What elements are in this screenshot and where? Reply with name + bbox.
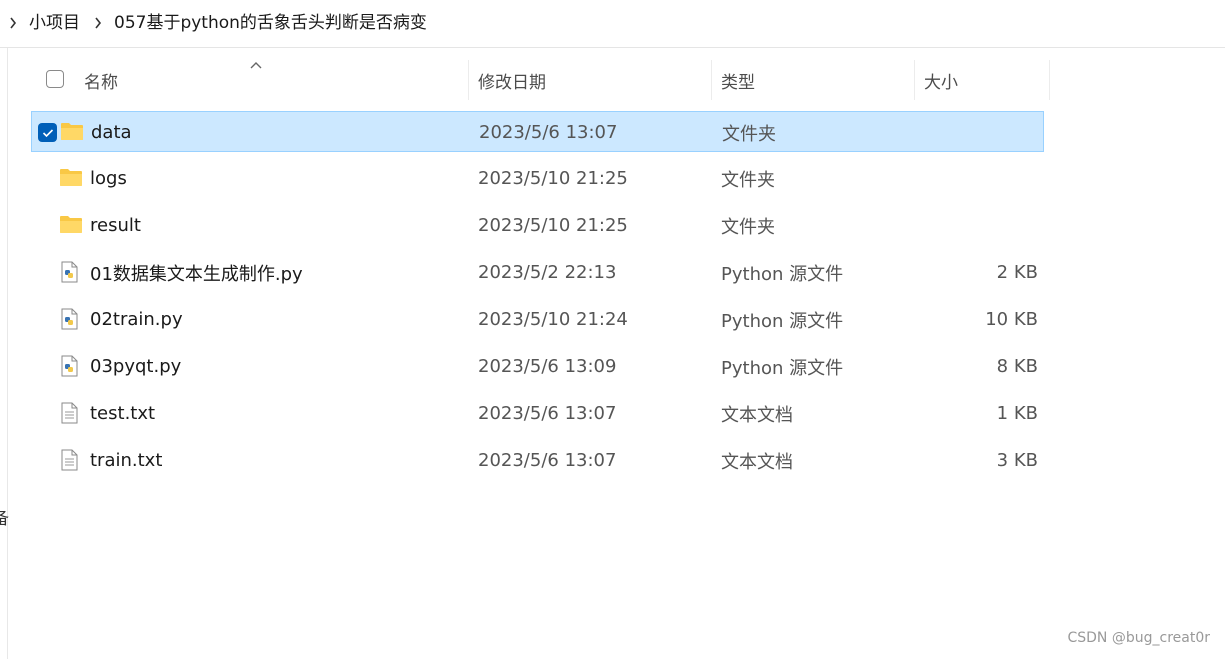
column-header-name[interactable]: 名称 (84, 58, 118, 102)
file-name: 02train.py (90, 309, 183, 330)
file-name: result (90, 215, 141, 236)
column-header-type[interactable]: 类型 (721, 58, 755, 102)
chevron-right-icon[interactable] (8, 14, 18, 32)
file-type: Python 源文件 (721, 357, 844, 379)
python-file-icon (59, 308, 83, 330)
file-type: 文件夹 (722, 123, 776, 145)
file-row[interactable]: data 2023/5/6 13:07 文件夹 (31, 111, 1044, 152)
python-file-icon (59, 261, 83, 283)
folder-icon (60, 121, 84, 143)
file-date: 2023/5/10 21:24 (478, 309, 628, 330)
select-all-checkbox[interactable] (46, 70, 64, 88)
file-row[interactable]: result 2023/5/10 21:25 文件夹 (31, 205, 1044, 246)
file-name: 03pyqt.py (90, 356, 182, 377)
file-type: 文件夹 (721, 169, 775, 191)
file-date: 2023/5/10 21:25 (478, 215, 628, 236)
file-row[interactable]: 02train.py 2023/5/10 21:24 Python 源文件 10 KB (31, 299, 1044, 340)
file-name: train.txt (90, 450, 163, 471)
file-type: 文本文档 (721, 404, 793, 426)
file-type: 文件夹 (721, 216, 775, 238)
file-type: Python 源文件 (721, 263, 844, 285)
file-row[interactable]: 01数据集文本生成制作.py 2023/5/2 22:13 Python 源文件 2 … (31, 252, 1044, 293)
nav-pane-label-fragment: 备 (0, 509, 9, 529)
breadcrumb-item[interactable]: 小项目 (29, 11, 80, 35)
column-divider[interactable] (914, 60, 915, 100)
file-date: 2023/5/6 13:07 (479, 122, 618, 143)
file-date: 2023/5/6 13:09 (478, 356, 617, 377)
folder-icon (59, 167, 83, 189)
breadcrumb: 小项目 057基于python的舌象舌头判断是否病变 (0, 0, 1225, 48)
file-name: test.txt (90, 403, 156, 424)
file-size: 10 KB (985, 309, 1038, 330)
file-name: 01数据集文本生成制作.py (90, 263, 303, 285)
column-divider[interactable] (1049, 60, 1050, 100)
row-checkbox-checked[interactable] (38, 123, 57, 142)
column-divider[interactable] (711, 60, 712, 100)
file-date: 2023/5/6 13:07 (478, 450, 617, 471)
column-header-row: 名称 修改日期 类型 大小 (30, 58, 1050, 102)
file-date: 2023/5/6 13:07 (478, 403, 617, 424)
file-size: 3 KB (996, 450, 1038, 471)
file-row[interactable]: train.txt 2023/5/6 13:07 文本文档 3 KB (31, 440, 1044, 481)
file-date: 2023/5/2 22:13 (478, 262, 617, 283)
column-header-size[interactable]: 大小 (924, 58, 958, 102)
text-file-icon (59, 402, 83, 424)
file-size: 8 KB (996, 356, 1038, 377)
python-file-icon (59, 355, 83, 377)
file-row[interactable]: test.txt 2023/5/6 13:07 文本文档 1 KB (31, 393, 1044, 434)
file-size: 2 KB (996, 262, 1038, 283)
nav-pane-divider[interactable] (7, 48, 8, 659)
file-type: 文本文档 (721, 451, 793, 473)
file-row[interactable]: logs 2023/5/10 21:25 文件夹 (31, 158, 1044, 199)
file-name: logs (90, 168, 127, 189)
file-date: 2023/5/10 21:25 (478, 168, 628, 189)
file-size: 1 KB (996, 403, 1038, 424)
watermark: CSDN @bug_creat0r (1067, 630, 1210, 646)
sort-ascending-icon (249, 55, 263, 69)
file-type: Python 源文件 (721, 310, 844, 332)
text-file-icon (59, 449, 83, 471)
file-row[interactable]: 03pyqt.py 2023/5/6 13:09 Python 源文件 8 KB (31, 346, 1044, 387)
breadcrumb-item-current[interactable]: 057基于python的舌象舌头判断是否病变 (114, 11, 427, 35)
column-header-date[interactable]: 修改日期 (478, 58, 546, 102)
chevron-right-icon[interactable] (93, 14, 103, 32)
column-divider[interactable] (468, 60, 469, 100)
file-name: data (91, 122, 132, 143)
folder-icon (59, 214, 83, 236)
